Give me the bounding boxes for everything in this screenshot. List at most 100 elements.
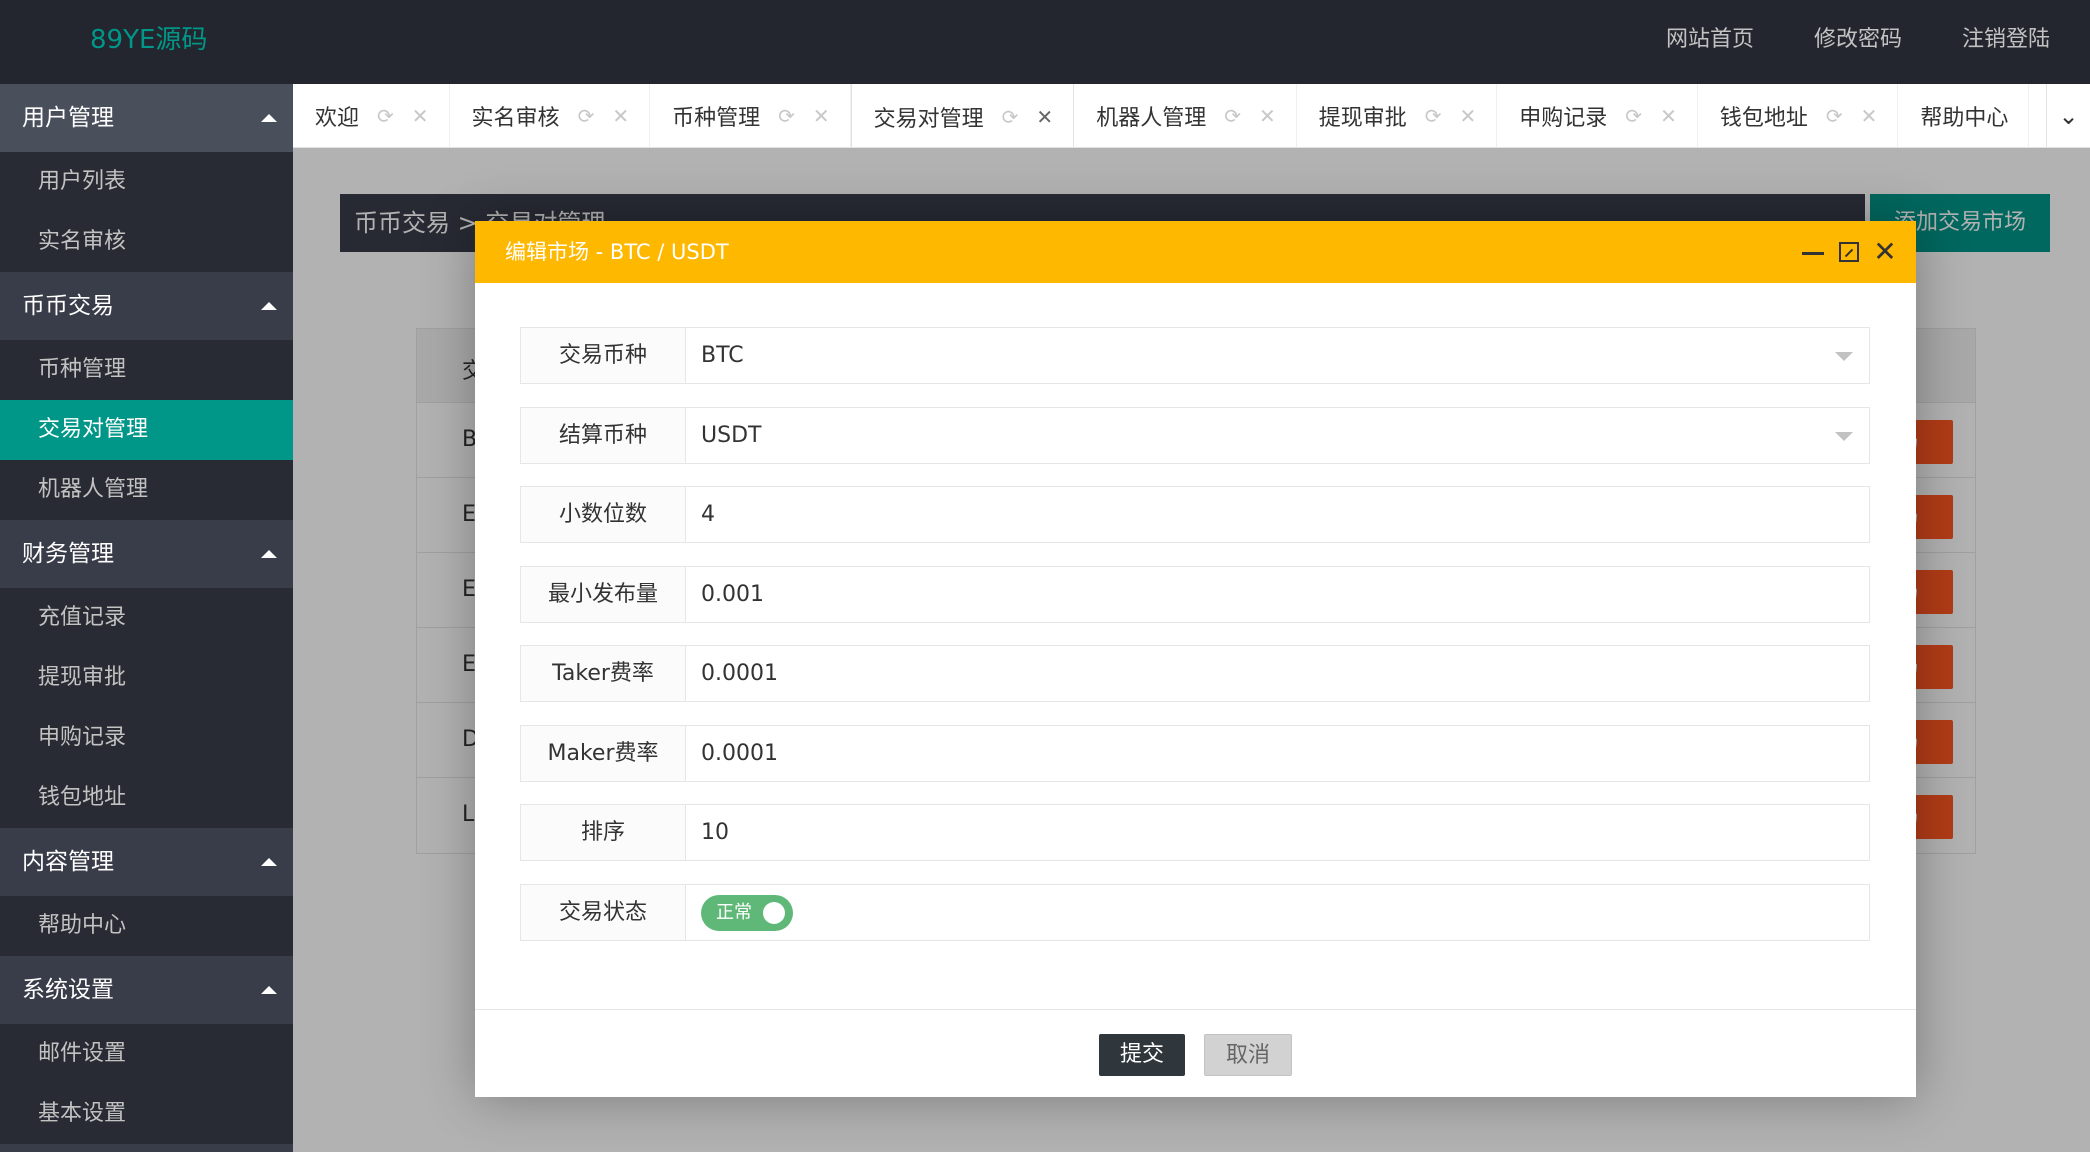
sidebar-group-label: 财务管理 [22, 541, 114, 567]
dialog-footer: 提交 取消 [475, 1009, 1916, 1097]
tab-help-center[interactable]: 帮助中心 [1898, 84, 2030, 147]
trade-coin-select[interactable]: BTC [685, 327, 1870, 384]
form-row-sort: 排序 10 [520, 804, 1870, 861]
field-label: 结算币种 [520, 406, 685, 464]
field-label: 最小发布量 [520, 565, 685, 623]
sidebar-group-label: 币币交易 [22, 293, 114, 319]
close-icon[interactable]: ✕ [1259, 104, 1276, 128]
close-icon[interactable]: ✕ [813, 104, 830, 128]
nav-logout-link[interactable]: 注销登陆 [1962, 0, 2050, 80]
status-field: 正常 [685, 883, 1870, 941]
sort-input[interactable]: 10 [685, 804, 1870, 861]
close-icon[interactable]: ✕ [412, 104, 429, 128]
edit-market-dialog: 编辑市场 - BTC / USDT ✕ 交易币种 BTC 结算币种 USDT 小… [475, 221, 1916, 1097]
close-icon[interactable]: ✕ [612, 104, 629, 128]
tab-label: 钱包地址 [1719, 106, 1808, 131]
maximize-icon[interactable] [1839, 242, 1859, 262]
top-nav: 网站首页 修改密码 注销登陆 [1606, 0, 2050, 80]
sidebar-item-subscribe-records[interactable]: 申购记录 [0, 708, 293, 768]
sidebar-item-mail-settings[interactable]: 邮件设置 [0, 1024, 293, 1084]
refresh-icon[interactable]: ⟳ [778, 104, 795, 128]
min-amount-input[interactable]: 0.001 [685, 565, 1870, 623]
sidebar-item-recharge-records[interactable]: 充值记录 [0, 588, 293, 648]
select-value: USDT [701, 422, 762, 448]
caret-up-icon [261, 550, 277, 558]
tab-subscribe-records[interactable]: 申购记录 ⟳ ✕ [1497, 84, 1698, 147]
sidebar-item-help-center[interactable]: 帮助中心 [0, 896, 293, 956]
tab-label: 欢迎 [315, 106, 360, 131]
caret-up-icon [261, 858, 277, 866]
sidebar-submenu: 邮件设置 基本设置 [0, 1024, 293, 1144]
tab-coin-manage[interactable]: 币种管理 ⟳ ✕ [650, 84, 851, 147]
sidebar-item-withdraw-approval[interactable]: 提现审批 [0, 648, 293, 708]
chevron-down-icon[interactable]: ⌄ [2046, 84, 2090, 147]
site-logo[interactable]: 89YE源码 [90, 0, 207, 80]
tab-realname-review[interactable]: 实名审核 ⟳ ✕ [450, 84, 651, 147]
close-icon[interactable]: ✕ [1660, 104, 1677, 128]
form-row-status: 交易状态 正常 [520, 883, 1870, 941]
tab-robot-manage[interactable]: 机器人管理 ⟳ ✕ [1074, 84, 1297, 147]
field-label: 交易状态 [520, 883, 685, 941]
sidebar-item-pair-manage[interactable]: 交易对管理 [0, 400, 293, 460]
refresh-icon[interactable]: ⟳ [1625, 104, 1642, 128]
close-icon[interactable]: ✕ [1872, 238, 1898, 266]
close-icon[interactable]: ✕ [1460, 104, 1477, 128]
field-label: 小数位数 [520, 486, 685, 543]
sidebar-item-basic-settings[interactable]: 基本设置 [0, 1084, 293, 1144]
sidebar-group-label: 用户管理 [22, 105, 114, 131]
close-icon[interactable]: ✕ [1861, 104, 1878, 128]
sidebar-item-wallet-address[interactable]: 钱包地址 [0, 768, 293, 828]
tab-bar: 欢迎 ⟳ ✕ 实名审核 ⟳ ✕ 币种管理 ⟳ ✕ 交易对管理 ⟳ ✕ 机器人管理… [293, 84, 2090, 148]
refresh-icon[interactable]: ⟳ [1826, 104, 1843, 128]
dialog-controls: ✕ [1787, 221, 1898, 283]
sidebar-item-coin-manage[interactable]: 币种管理 [0, 340, 293, 400]
sidebar-group-coin-trade[interactable]: 币币交易 [0, 272, 293, 340]
sidebar-item-robot-manage[interactable]: 机器人管理 [0, 460, 293, 520]
refresh-icon[interactable]: ⟳ [1224, 104, 1241, 128]
field-label: 交易币种 [520, 327, 685, 384]
caret-up-icon [261, 986, 277, 994]
dialog-title: 编辑市场 - BTC / USDT [505, 240, 729, 264]
sidebar-group-system[interactable]: 系统设置 [0, 956, 293, 1024]
sidebar-group-label: 系统设置 [22, 977, 114, 1003]
tab-welcome[interactable]: 欢迎 ⟳ ✕ [293, 84, 450, 147]
dialog-header: 编辑市场 - BTC / USDT ✕ [475, 221, 1916, 283]
sidebar-group-content[interactable]: 内容管理 [0, 828, 293, 896]
tab-wallet-address[interactable]: 钱包地址 ⟳ ✕ [1698, 84, 1899, 147]
caret-up-icon [261, 114, 277, 122]
tab-label: 帮助中心 [1920, 106, 2009, 131]
toggle-knob [763, 901, 785, 924]
cancel-button[interactable]: 取消 [1204, 1034, 1292, 1076]
taker-fee-input[interactable]: 0.0001 [685, 645, 1870, 702]
refresh-icon[interactable]: ⟳ [1425, 104, 1442, 128]
minimize-icon[interactable] [1800, 239, 1826, 265]
refresh-icon[interactable]: ⟳ [1002, 105, 1019, 129]
tab-pair-manage[interactable]: 交易对管理 ⟳ ✕ [850, 84, 1075, 147]
dropdown-arrow-icon [1835, 352, 1853, 361]
sidebar-group-finance[interactable]: 财务管理 [0, 520, 293, 588]
settle-coin-select[interactable]: USDT [685, 406, 1870, 464]
sidebar-item-user-list[interactable]: 用户列表 [0, 152, 293, 212]
nav-home-link[interactable]: 网站首页 [1666, 0, 1754, 80]
sidebar-item-realname-review[interactable]: 实名审核 [0, 212, 293, 272]
sidebar-submenu: 用户列表 实名审核 [0, 152, 293, 272]
nav-change-password-link[interactable]: 修改密码 [1814, 0, 1902, 80]
tab-label: 币种管理 [672, 106, 761, 131]
field-label: Maker费率 [520, 724, 685, 782]
form-row-trade-coin: 交易币种 BTC [520, 327, 1870, 384]
field-label: 排序 [520, 804, 685, 861]
submit-button[interactable]: 提交 [1099, 1034, 1185, 1076]
tab-withdraw-approval[interactable]: 提现审批 ⟳ ✕ [1297, 84, 1498, 147]
form-row-decimals: 小数位数 4 [520, 486, 1870, 543]
sidebar-group-user[interactable]: 用户管理 [0, 84, 293, 152]
status-toggle[interactable]: 正常 [701, 894, 793, 931]
tab-label: 交易对管理 [873, 106, 984, 132]
form-row-min-amount: 最小发布量 0.001 [520, 565, 1870, 623]
refresh-icon[interactable]: ⟳ [578, 104, 595, 128]
decimals-input[interactable]: 4 [685, 486, 1870, 543]
refresh-icon[interactable]: ⟳ [377, 104, 394, 128]
maker-fee-input[interactable]: 0.0001 [685, 724, 1870, 782]
form-row-settle-coin: 结算币种 USDT [520, 406, 1870, 464]
close-icon[interactable]: ✕ [1036, 105, 1053, 129]
select-value: BTC [701, 343, 744, 368]
